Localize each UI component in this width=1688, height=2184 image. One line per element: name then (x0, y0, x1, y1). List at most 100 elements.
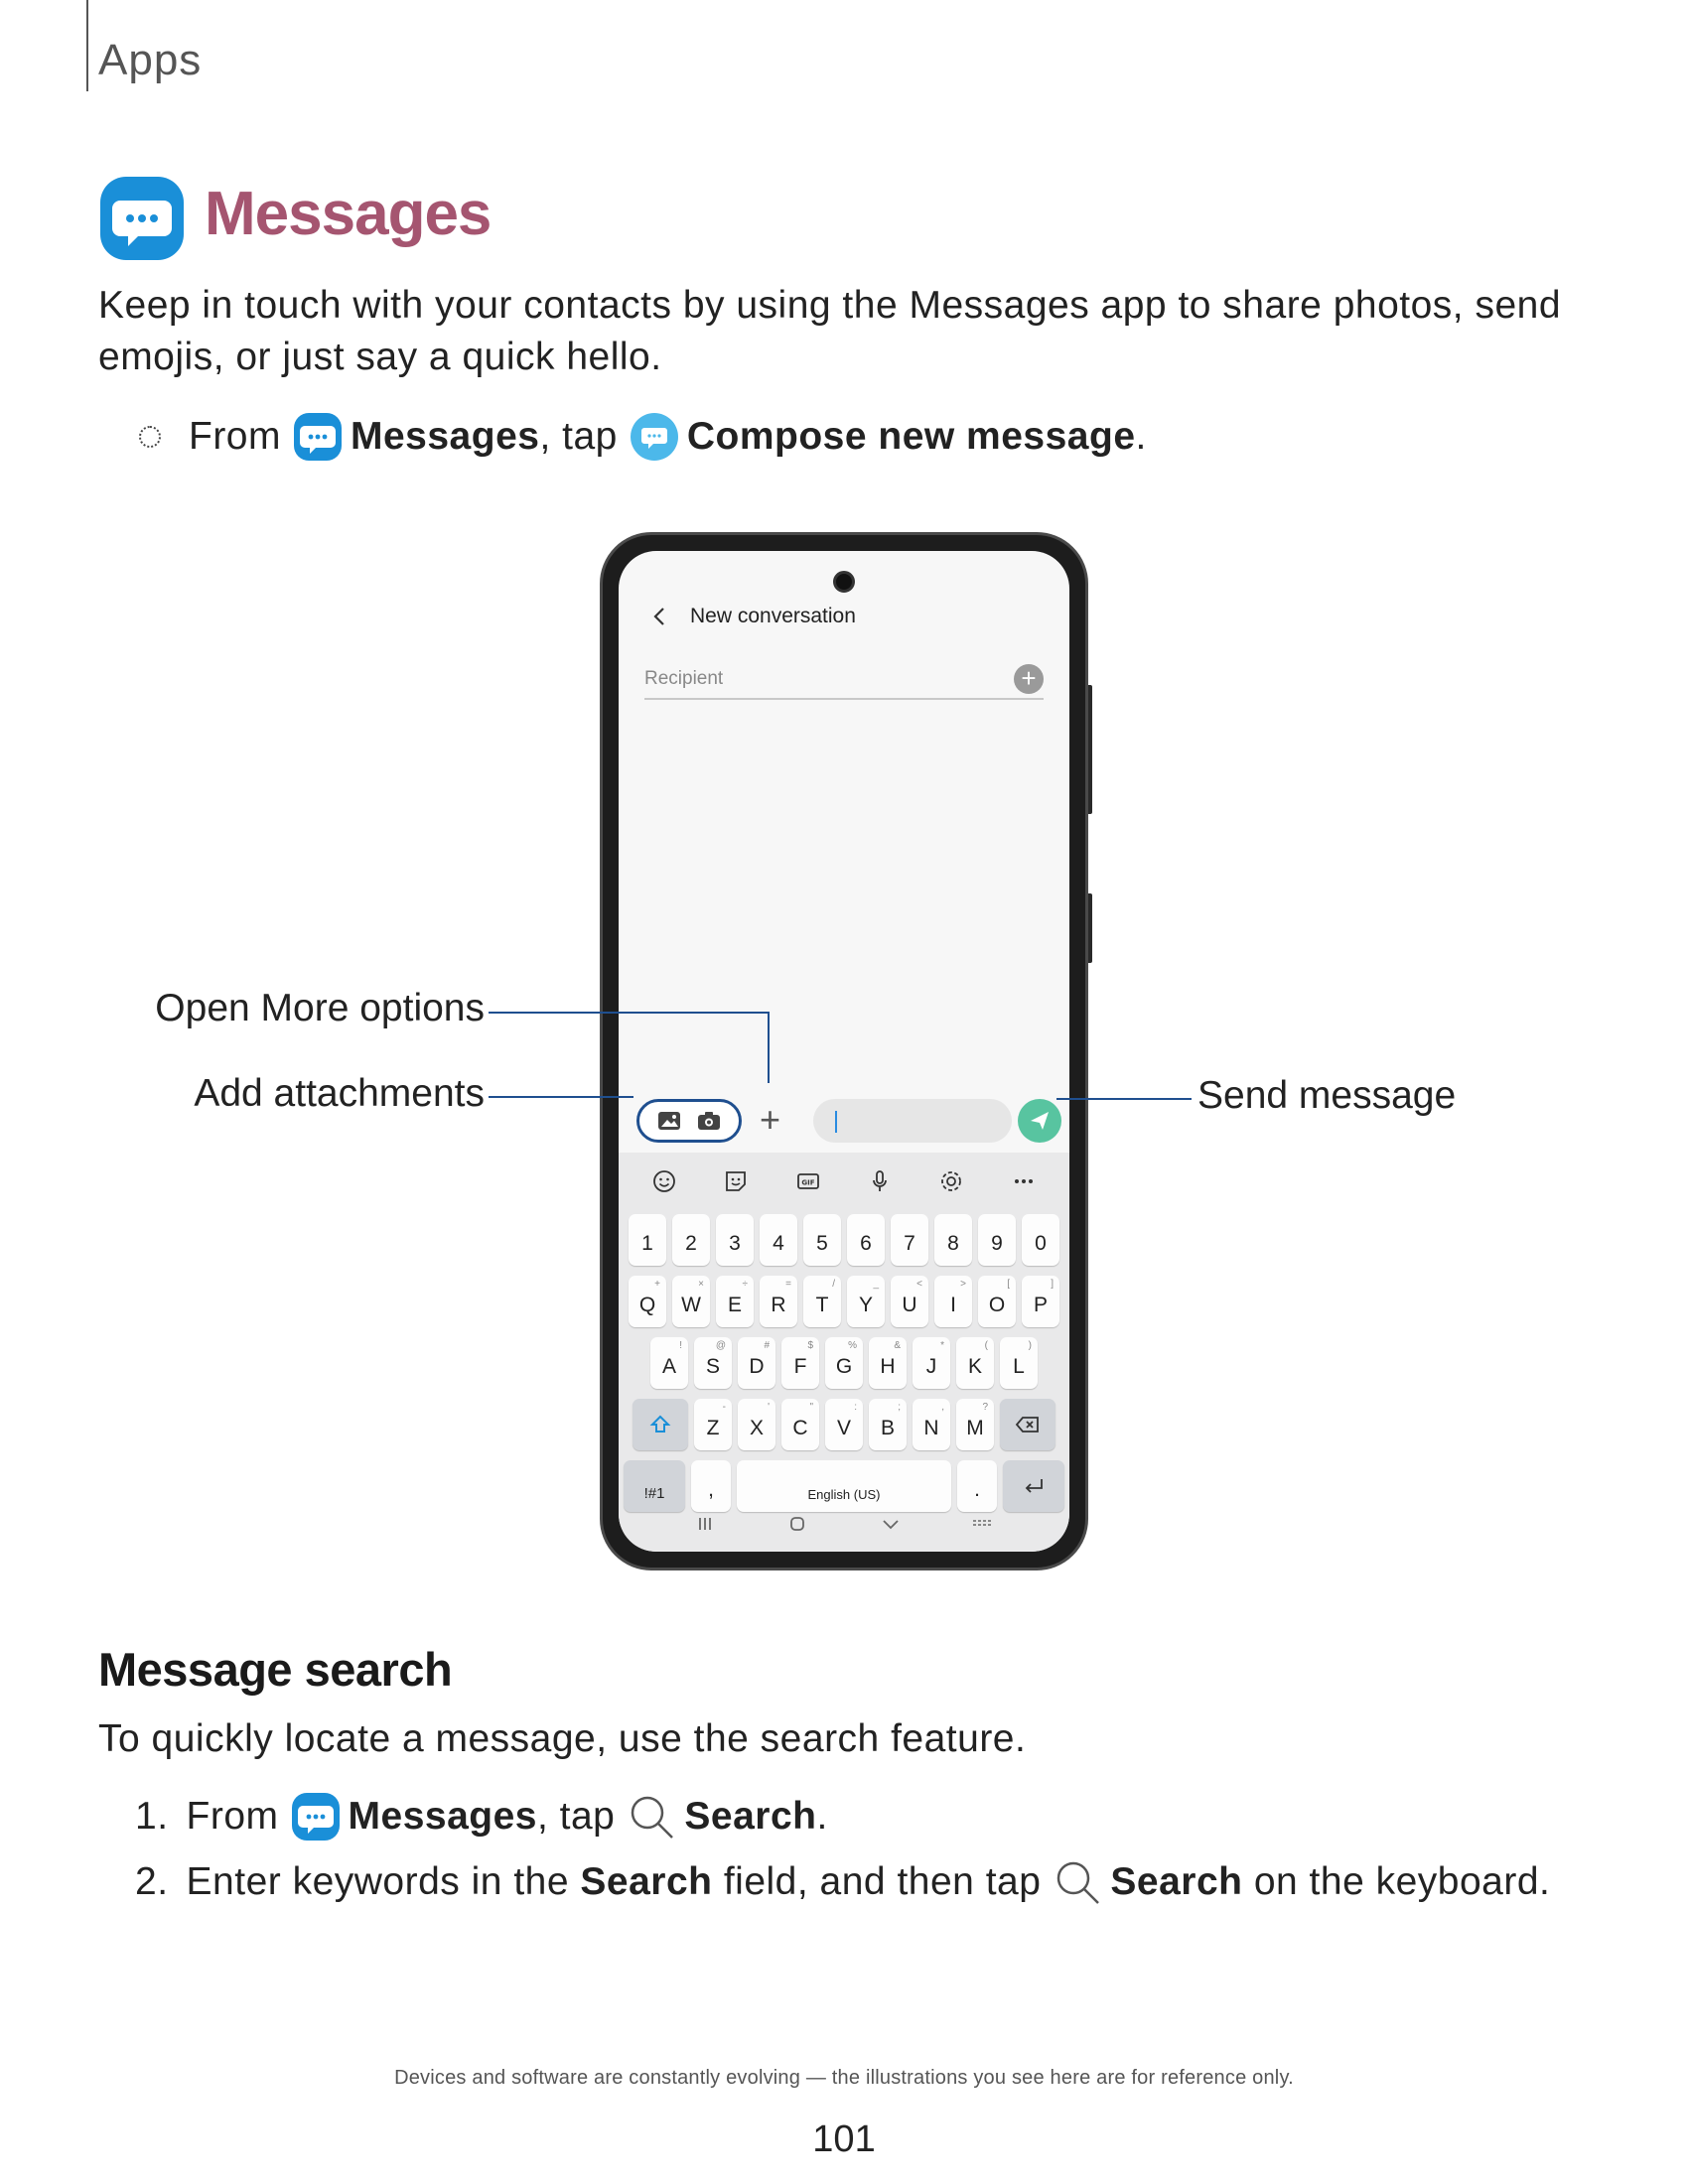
key-3[interactable]: 3 (716, 1214, 754, 1266)
key-hint: ( (984, 1340, 988, 1351)
attachments-group (636, 1099, 742, 1143)
messages-app-name: Messages (348, 1795, 537, 1838)
key-hint: ' (768, 1402, 770, 1413)
key-h[interactable]: & H (869, 1337, 907, 1389)
key-9[interactable]: 9 (978, 1214, 1016, 1266)
tap-text: , tap (539, 415, 618, 458)
key-z[interactable]: -Z (694, 1399, 732, 1450)
key-d[interactable]: # D (738, 1337, 775, 1389)
recipient-field[interactable]: Recipient + (644, 660, 1044, 700)
more-options-plus-icon[interactable]: + (760, 1101, 780, 1139)
key-label: R (771, 1294, 786, 1316)
hide-keyboard-icon[interactable] (878, 1511, 904, 1537)
key-hint: : (854, 1402, 857, 1413)
key-hint: = (785, 1279, 791, 1290)
microphone-icon[interactable] (865, 1166, 895, 1196)
gallery-icon[interactable] (657, 1111, 681, 1131)
header-rule (86, 0, 88, 91)
more-options-callout-line (489, 1012, 770, 1014)
key-hint: * (940, 1340, 944, 1351)
key-o[interactable]: [O (978, 1276, 1016, 1327)
emoji-icon[interactable] (649, 1166, 679, 1196)
key-v[interactable]: :V (825, 1399, 863, 1450)
navigation-bar (619, 1496, 1069, 1552)
key-q[interactable]: + Q (629, 1276, 666, 1327)
key-label: H (880, 1355, 896, 1378)
step-text-a: Enter keywords in the (186, 1860, 570, 1903)
gif-icon[interactable]: GIF (793, 1166, 823, 1196)
key-p[interactable]: ] P (1022, 1276, 1059, 1327)
search-step-1: 1. From Messages , tap Search . (135, 1789, 828, 1844)
key-6[interactable]: 6 (847, 1214, 885, 1266)
key-m[interactable]: ? M (956, 1399, 994, 1450)
conversation-title: New conversation (690, 605, 856, 627)
key-i[interactable]: > I (934, 1276, 972, 1327)
shift-key[interactable] (633, 1399, 688, 1450)
keyboard-switch-icon[interactable] (970, 1511, 996, 1537)
compose-action-label: Compose new message (686, 415, 1136, 458)
messages-icon (293, 412, 343, 462)
key-8[interactable]: 8 (934, 1214, 972, 1266)
key-label: L (1013, 1355, 1025, 1378)
key-t[interactable]: / T (803, 1276, 841, 1327)
key-j[interactable]: * J (913, 1337, 950, 1389)
front-camera (833, 571, 855, 593)
message-search-heading: Message search (98, 1643, 453, 1696)
backspace-key[interactable] (1000, 1399, 1055, 1450)
recents-icon[interactable] (692, 1511, 718, 1537)
search-action-label: Search (1110, 1860, 1243, 1903)
key-s[interactable]: @ S (694, 1337, 732, 1389)
key-hint: " (809, 1402, 813, 1413)
key-hint: / (832, 1279, 835, 1290)
key-y[interactable]: _ Y (847, 1276, 885, 1327)
camera-icon[interactable] (697, 1111, 721, 1131)
key-label: W (681, 1294, 701, 1316)
send-button[interactable] (1018, 1099, 1061, 1143)
key-label: 0 (1035, 1232, 1047, 1255)
key-hint: % (848, 1340, 857, 1351)
key-l[interactable]: ) L (1000, 1337, 1038, 1389)
key-0[interactable]: 0 (1022, 1214, 1059, 1266)
key-label: M (966, 1417, 984, 1439)
key-4[interactable]: 4 (760, 1214, 797, 1266)
message-input[interactable] (813, 1099, 1012, 1143)
keyboard: GIF 1234567890 + Q × W ÷ E = R / T _ Y < U > I[O] P ! A @ S… (619, 1153, 1069, 1552)
key-5[interactable]: 5 (803, 1214, 841, 1266)
key-label: O (988, 1294, 1006, 1316)
home-icon[interactable] (784, 1511, 810, 1537)
key-1[interactable]: 1 (629, 1214, 666, 1266)
text-caret (835, 1111, 837, 1133)
settings-gear-icon[interactable] (936, 1166, 966, 1196)
key-label: 2 (685, 1232, 697, 1255)
key-w[interactable]: × W (672, 1276, 710, 1327)
key-hint: - (722, 1402, 726, 1413)
shift-arrow-icon (649, 1415, 671, 1433)
key-2[interactable]: 2 (672, 1214, 710, 1266)
key-label: 1 (641, 1232, 653, 1255)
messages-icon (291, 1792, 341, 1842)
key-hint: & (894, 1340, 901, 1351)
key-n[interactable]: ,N (913, 1399, 950, 1450)
key-u[interactable]: < U (891, 1276, 928, 1327)
more-options-icon[interactable] (1009, 1166, 1039, 1196)
key-k[interactable]: (K (956, 1337, 994, 1389)
step-text-b: field, and then tap (723, 1860, 1042, 1903)
add-recipient-icon[interactable]: + (1014, 664, 1044, 694)
back-arrow-icon[interactable] (648, 605, 672, 628)
key-label: 8 (947, 1232, 959, 1255)
send-callout-line (1056, 1098, 1192, 1100)
sticker-icon[interactable] (721, 1166, 751, 1196)
attachments-callout-line (489, 1096, 633, 1098)
key-b[interactable]: ; B (869, 1399, 907, 1450)
key-f[interactable]: $ F (781, 1337, 819, 1389)
key-a[interactable]: ! A (650, 1337, 688, 1389)
key-r[interactable]: = R (760, 1276, 797, 1327)
key-e[interactable]: ÷ E (716, 1276, 754, 1327)
key-g[interactable]: % G (825, 1337, 863, 1389)
step-number: 2. (135, 1860, 169, 1903)
key-x[interactable]: ' X (738, 1399, 775, 1450)
recipient-placeholder: Recipient (644, 668, 724, 689)
key-7[interactable]: 7 (891, 1214, 928, 1266)
key-c[interactable]: " C (781, 1399, 819, 1450)
key-label: X (749, 1417, 764, 1439)
